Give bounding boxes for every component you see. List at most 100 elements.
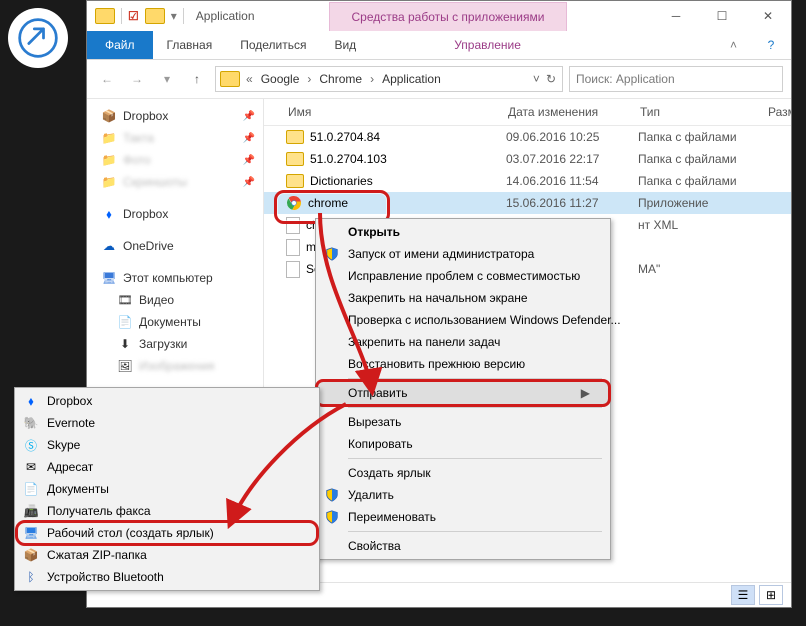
onedrive-icon: ☁ [101, 238, 117, 254]
submenu-bluetooth[interactable]: ᛒУстройство Bluetooth [17, 566, 317, 588]
view-icons-button[interactable]: ⊞ [759, 585, 783, 605]
menu-rename[interactable]: Переименовать [318, 506, 608, 528]
folder-icon [286, 152, 304, 166]
menu-compat[interactable]: Исправление проблем с совместимостью [318, 265, 608, 287]
file-name: Dictionaries [310, 174, 373, 188]
submenu-arrow-icon: ▶ [557, 386, 590, 400]
file-row[interactable]: Dictionaries14.06.2016 11:54Папка с файл… [264, 170, 791, 192]
nav-forward-button: → [125, 67, 149, 91]
menu-run-admin[interactable]: Запуск от имени администратора [318, 243, 608, 265]
folder-icon [286, 130, 304, 144]
file-date: 15.06.2016 11:27 [506, 196, 638, 210]
menu-pin-taskbar[interactable]: Закрепить на панели задач [318, 331, 608, 353]
tree-item-thispc[interactable]: 🖥Этот компьютер [87, 267, 263, 289]
file-type: Папка с файлами [638, 152, 760, 166]
folder-icon [286, 174, 304, 188]
column-size[interactable]: Разм [762, 105, 791, 119]
submenu-zip[interactable]: 📦Сжатая ZIP-папка [17, 544, 317, 566]
qat-newfolder-icon[interactable] [145, 8, 165, 24]
nav-up-button[interactable]: ↑ [185, 67, 209, 91]
menu-properties[interactable]: Свойства [318, 535, 608, 557]
breadcrumb-seg[interactable]: Chrome [315, 72, 366, 86]
tree-item[interactable]: 📁Фото📌 [87, 149, 263, 171]
fax-icon: 📠 [23, 503, 39, 519]
ribbon-collapse-icon[interactable]: ˄ [716, 31, 751, 59]
tab-home[interactable]: Главная [153, 31, 227, 59]
qat-checkbox-icon[interactable]: ☑ [128, 9, 139, 23]
menu-open[interactable]: Открыть [318, 221, 608, 243]
help-button[interactable]: ? [751, 31, 791, 59]
tree-item-documents[interactable]: 📄Документы [87, 311, 263, 333]
submenu-evernote[interactable]: 🐘Evernote [17, 412, 317, 434]
folder-icon: 📁 [101, 152, 117, 168]
file-icon [286, 239, 300, 256]
file-row[interactable]: 51.0.2704.8409.06.2016 10:25Папка с файл… [264, 126, 791, 148]
breadcrumb-seg[interactable]: Application [378, 72, 445, 86]
desktop-shortcut-icon[interactable] [8, 8, 68, 68]
refresh-icon[interactable]: ↻ [544, 72, 558, 86]
tab-file[interactable]: Файл [87, 31, 153, 59]
column-date[interactable]: Дата изменения [508, 105, 640, 119]
close-button[interactable]: ✕ [745, 1, 791, 31]
menu-restore[interactable]: Восстановить прежнюю версию [318, 353, 608, 375]
tree-item-downloads[interactable]: ⬇Загрузки [87, 333, 263, 355]
submenu-dropbox[interactable]: ⬧Dropbox [17, 390, 317, 412]
dropbox-icon: 📦 [101, 108, 117, 124]
tree-item-dropbox2[interactable]: ⬧Dropbox [87, 203, 263, 225]
menu-defender[interactable]: Проверка с использованием Windows Defend… [318, 309, 608, 331]
pc-icon: 🖥 [101, 270, 117, 286]
column-name[interactable]: Имя [264, 105, 508, 119]
submenu-addressee[interactable]: ✉Адресат [17, 456, 317, 478]
tab-view[interactable]: Вид [320, 31, 370, 59]
submenu-desktop-shortcut[interactable]: 🖥Рабочий стол (создать ярлык) [17, 522, 317, 544]
sendto-submenu: ⬧Dropbox 🐘Evernote ⓈSkype ✉Адресат 📄Доку… [14, 387, 320, 591]
column-headers[interactable]: Имя Дата изменения Тип Разм [264, 99, 791, 126]
file-date: 03.07.2016 22:17 [506, 152, 638, 166]
submenu-fax[interactable]: 📠Получатель факса [17, 500, 317, 522]
maximize-button[interactable]: ☐ [699, 1, 745, 31]
shield-icon [324, 509, 340, 525]
tree-item-video[interactable]: 🎞Видео [87, 289, 263, 311]
menu-copy[interactable]: Копировать [318, 433, 608, 455]
menu-shortcut[interactable]: Создать ярлык [318, 462, 608, 484]
tree-item-dropbox[interactable]: 📦Dropbox📌 [87, 105, 263, 127]
shield-icon [324, 246, 340, 262]
view-details-button[interactable]: ☰ [731, 585, 755, 605]
video-icon: 🎞 [117, 292, 133, 308]
submenu-documents[interactable]: 📄Документы [17, 478, 317, 500]
downloads-icon: ⬇ [117, 336, 133, 352]
breadcrumb-root-chevron[interactable]: « [244, 72, 255, 86]
breadcrumb-seg[interactable]: Google [257, 72, 304, 86]
tab-manage[interactable]: Управление [440, 31, 535, 59]
skype-icon: Ⓢ [23, 437, 39, 453]
folder-icon: 📁 [101, 174, 117, 190]
menu-pin-start[interactable]: Закрепить на начальном экране [318, 287, 608, 309]
file-type: нт XML [638, 218, 760, 232]
address-dropdown-icon[interactable]: ˅ [531, 72, 542, 86]
minimize-button[interactable]: ─ [653, 1, 699, 31]
file-type: МА" [638, 262, 760, 276]
file-row[interactable]: 51.0.2704.10303.07.2016 22:17Папка с фай… [264, 148, 791, 170]
titlebar: ☑ ▾ Application Средства работы с прилож… [87, 1, 791, 31]
search-input[interactable]: Поиск: Application [569, 66, 783, 92]
documents-icon: 📄 [117, 314, 133, 330]
tree-item[interactable]: 🖼Изображения [87, 355, 263, 377]
address-bar[interactable]: « Google › Chrome › Application ˅ ↻ [215, 66, 563, 92]
column-type[interactable]: Тип [640, 105, 762, 119]
tree-item-onedrive[interactable]: ☁OneDrive [87, 235, 263, 257]
submenu-skype[interactable]: ⓈSkype [17, 434, 317, 456]
menu-delete[interactable]: Удалить [318, 484, 608, 506]
tree-item[interactable]: 📁Такта📌 [87, 127, 263, 149]
context-menu: Открыть Запуск от имени администратора И… [315, 218, 611, 560]
nav-back-button[interactable]: ← [95, 67, 119, 91]
menu-cut[interactable]: Вырезать [318, 411, 608, 433]
tab-share[interactable]: Поделиться [226, 31, 320, 59]
tree-item[interactable]: 📁Скриншоты📌 [87, 171, 263, 193]
menu-send-to[interactable]: Отправить▶ [317, 381, 609, 405]
file-icon [286, 261, 300, 278]
dropbox-icon: ⬧ [101, 206, 117, 222]
nav-history-dropdown[interactable]: ▾ [155, 67, 179, 91]
qat-dropdown-icon[interactable]: ▾ [171, 9, 177, 23]
file-type: Папка с файлами [638, 130, 760, 144]
folder-icon: 📁 [101, 130, 117, 146]
